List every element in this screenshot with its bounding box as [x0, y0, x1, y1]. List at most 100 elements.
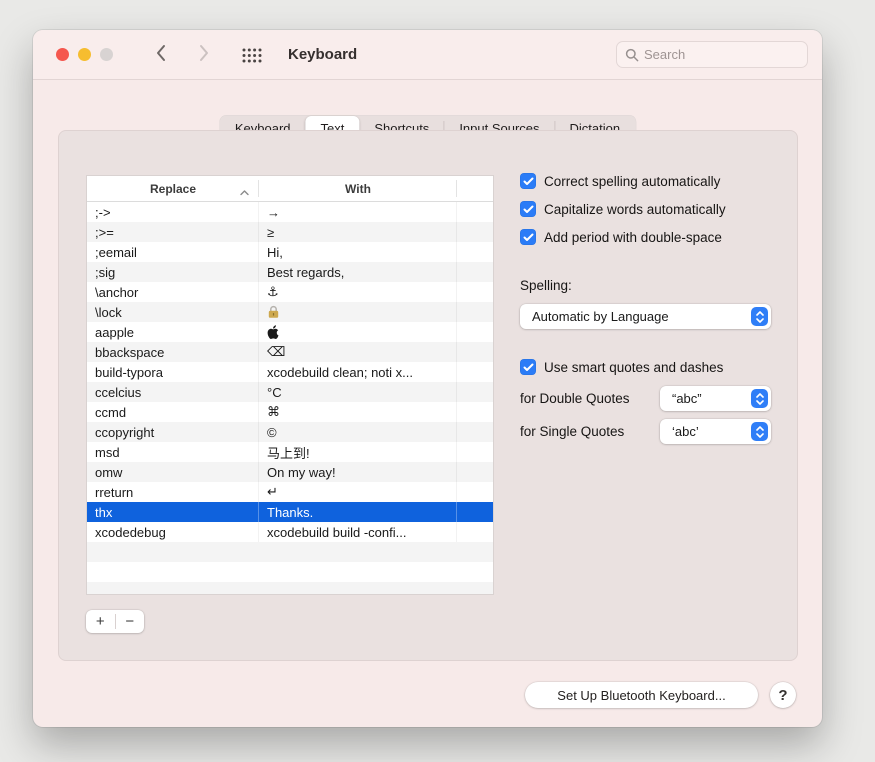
column-header-label: With: [345, 182, 371, 196]
table-header: Replace With: [87, 176, 493, 202]
double-quotes-select[interactable]: “abc”: [660, 386, 771, 411]
replace-cell: msd: [87, 442, 259, 462]
replace-cell: omw: [87, 462, 259, 482]
with-cell: Best regards,: [259, 262, 457, 282]
keyboard-preferences-window: Keyboard Search KeyboardTextShortcutsInp…: [33, 30, 822, 727]
checkbox-add-period[interactable]: Add period with double-space: [520, 229, 722, 245]
with-cell: ⌘: [259, 402, 457, 422]
chevron-left-icon: [155, 44, 167, 67]
column-header-extra: [457, 176, 493, 201]
replace-cell: thx: [87, 502, 259, 522]
replace-cell: rreturn: [87, 482, 259, 502]
table-row[interactable]: thxThanks.: [87, 502, 493, 522]
single-quotes-select[interactable]: ‘abc’: [660, 419, 771, 444]
lock-icon: [267, 305, 280, 319]
table-row[interactable]: ;>=≥: [87, 222, 493, 242]
forward-button[interactable]: [195, 46, 213, 64]
with-cell: ↵: [259, 482, 457, 502]
double-quotes-label: for Double Quotes: [520, 391, 630, 406]
with-cell: xcodebuild build -confi...: [259, 522, 457, 542]
checkbox-capitalize-words[interactable]: Capitalize words automatically: [520, 201, 726, 217]
table-row[interactable]: msd马上到!: [87, 442, 493, 462]
table-body: ;->→;>=≥;eemailHi,;sigBest regards,\anch…: [87, 202, 493, 542]
extra-cell: [457, 442, 493, 462]
extra-cell: [457, 402, 493, 422]
table-row[interactable]: ;->→: [87, 202, 493, 222]
checkbox-label: Add period with double-space: [544, 230, 722, 245]
column-header-replace[interactable]: Replace: [87, 176, 259, 201]
checkbox-correct-spelling[interactable]: Correct spelling automatically: [520, 173, 720, 189]
chevron-right-icon: [198, 44, 210, 67]
with-cell: ≥: [259, 222, 457, 242]
close-button[interactable]: [56, 48, 69, 61]
column-header-label: Replace: [150, 182, 196, 196]
with-cell: [259, 302, 457, 322]
with-cell: On my way!: [259, 462, 457, 482]
with-cell: °C: [259, 382, 457, 402]
extra-cell: [457, 302, 493, 322]
table-row[interactable]: ccopyright©: [87, 422, 493, 442]
extra-cell: [457, 522, 493, 542]
text-replacements-table: Replace With ;->→;>=≥;eemailHi,;sigBest …: [86, 175, 494, 595]
search-placeholder: Search: [644, 47, 685, 62]
table-row[interactable]: ;sigBest regards,: [87, 262, 493, 282]
desktop-background: { "colors": { "accent_blue": "#2b7cf7", …: [0, 0, 875, 762]
table-row[interactable]: aapple: [87, 322, 493, 342]
single-quotes-label: for Single Quotes: [520, 424, 624, 439]
with-cell: ⌫: [259, 342, 457, 362]
extra-cell: [457, 382, 493, 402]
table-row[interactable]: xcodedebugxcodebuild build -confi...: [87, 522, 493, 542]
table-row[interactable]: ;eemailHi,: [87, 242, 493, 262]
with-cell: →: [259, 202, 457, 222]
replace-cell: \anchor: [87, 282, 259, 302]
with-cell: ©: [259, 422, 457, 442]
checkbox-checked-icon: [520, 359, 536, 375]
extra-cell: [457, 482, 493, 502]
extra-cell: [457, 262, 493, 282]
replace-cell: build-typora: [87, 362, 259, 382]
remove-replacement-button[interactable]: −: [116, 610, 145, 633]
table-row[interactable]: bbackspace⌫: [87, 342, 493, 362]
search-input[interactable]: Search: [616, 41, 808, 68]
table-row[interactable]: omwOn my way!: [87, 462, 493, 482]
setup-bluetooth-keyboard-button[interactable]: Set Up Bluetooth Keyboard...: [525, 682, 758, 708]
table-row[interactable]: ccmd⌘: [87, 402, 493, 422]
checkbox-smart-quotes[interactable]: Use smart quotes and dashes: [520, 359, 723, 375]
checkbox-checked-icon: [520, 173, 536, 189]
table-row[interactable]: \lock: [87, 302, 493, 322]
with-cell: 马上到!: [259, 442, 457, 462]
zoom-button: [100, 48, 113, 61]
search-icon: [625, 48, 639, 62]
help-button[interactable]: ?: [770, 682, 796, 708]
replace-cell: ccmd: [87, 402, 259, 422]
extra-cell: [457, 462, 493, 482]
stepper-icon: [751, 422, 768, 441]
with-cell: xcodebuild clean; noti x...: [259, 362, 457, 382]
table-row[interactable]: ccelcius°C: [87, 382, 493, 402]
column-header-with[interactable]: With: [259, 176, 457, 201]
spelling-label: Spelling:: [520, 278, 572, 293]
checkbox-label: Use smart quotes and dashes: [544, 360, 723, 375]
back-button[interactable]: [152, 46, 170, 64]
table-row[interactable]: \anchor⚓: [87, 282, 493, 302]
table-row[interactable]: build-typoraxcodebuild clean; noti x...: [87, 362, 493, 382]
sort-ascending-icon: [240, 185, 249, 199]
extra-cell: [457, 422, 493, 442]
select-value: ‘abc’: [660, 424, 751, 439]
show-all-button[interactable]: [241, 47, 263, 64]
checkbox-checked-icon: [520, 201, 536, 217]
replace-cell: ;>=: [87, 222, 259, 242]
extra-cell: [457, 242, 493, 262]
extra-cell: [457, 322, 493, 342]
replace-cell: ccelcius: [87, 382, 259, 402]
with-cell: [259, 322, 457, 342]
grid-icon: [241, 51, 263, 68]
checkbox-checked-icon: [520, 229, 536, 245]
table-row[interactable]: rreturn↵: [87, 482, 493, 502]
spelling-select[interactable]: Automatic by Language: [520, 304, 771, 329]
add-replacement-button[interactable]: +: [86, 610, 115, 633]
extra-cell: [457, 282, 493, 302]
stepper-icon: [751, 389, 768, 408]
minimize-button[interactable]: [78, 48, 91, 61]
checkbox-label: Capitalize words automatically: [544, 202, 726, 217]
